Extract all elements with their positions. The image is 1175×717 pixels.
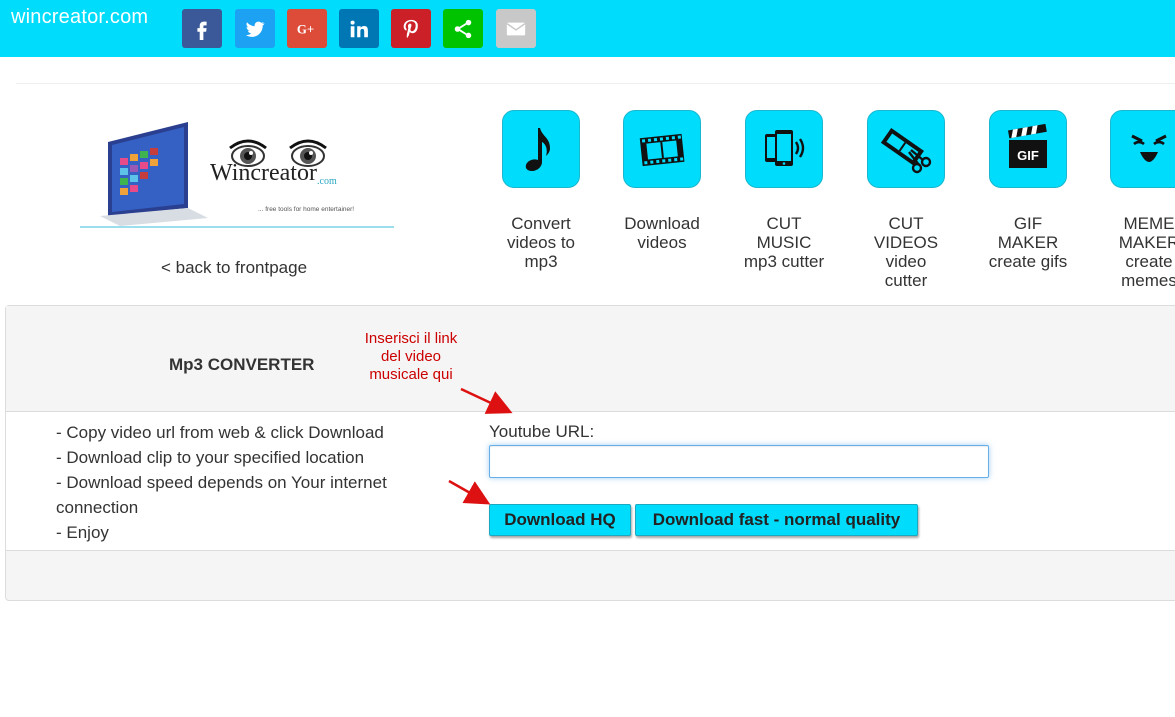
arrow-to-url-input bbox=[460, 387, 513, 414]
arrow-to-download-button bbox=[448, 479, 491, 505]
annotation-arrows bbox=[448, 387, 513, 505]
